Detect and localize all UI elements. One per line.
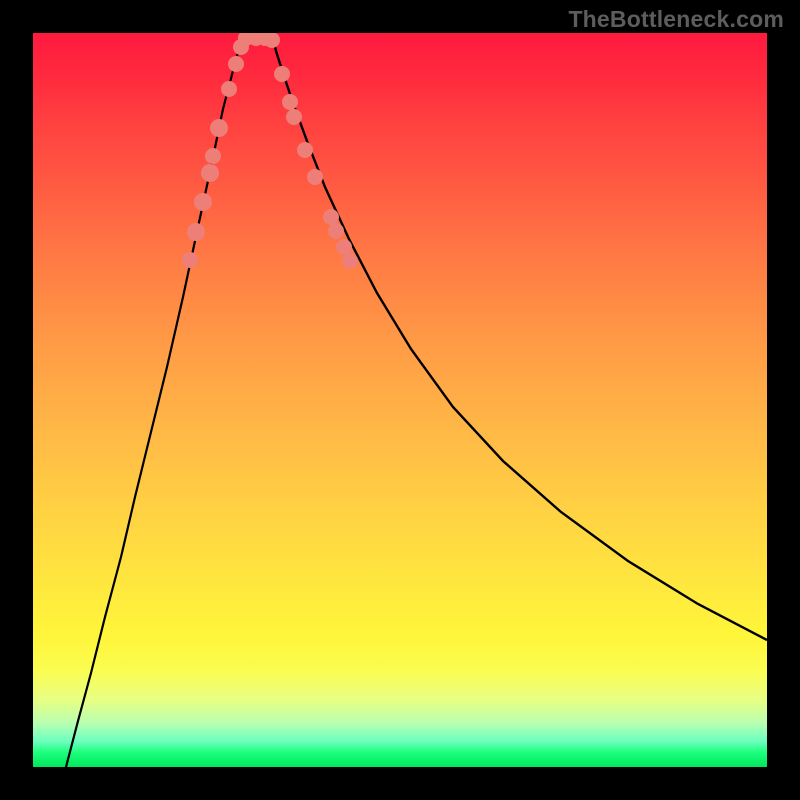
data-marker [282, 94, 298, 110]
data-marker [323, 209, 339, 225]
data-marker [221, 81, 237, 97]
curve-right [272, 33, 767, 640]
plot-area [33, 33, 767, 767]
data-marker [297, 142, 313, 158]
data-marker [201, 164, 219, 182]
data-marker [187, 223, 205, 241]
data-marker [274, 66, 290, 82]
data-marker [205, 148, 221, 164]
data-marker [342, 253, 358, 269]
data-marker [286, 109, 302, 125]
data-marker [228, 56, 244, 72]
data-marker [182, 252, 198, 268]
data-marker [194, 193, 212, 211]
chart-svg [33, 33, 767, 767]
curve-left [66, 33, 245, 767]
data-marker [307, 169, 323, 185]
watermark-text: TheBottleneck.com [568, 6, 784, 33]
data-marker [328, 223, 344, 239]
chart-frame: TheBottleneck.com [0, 0, 800, 800]
data-marker [210, 119, 228, 137]
data-markers [182, 33, 358, 269]
data-marker [336, 239, 352, 255]
